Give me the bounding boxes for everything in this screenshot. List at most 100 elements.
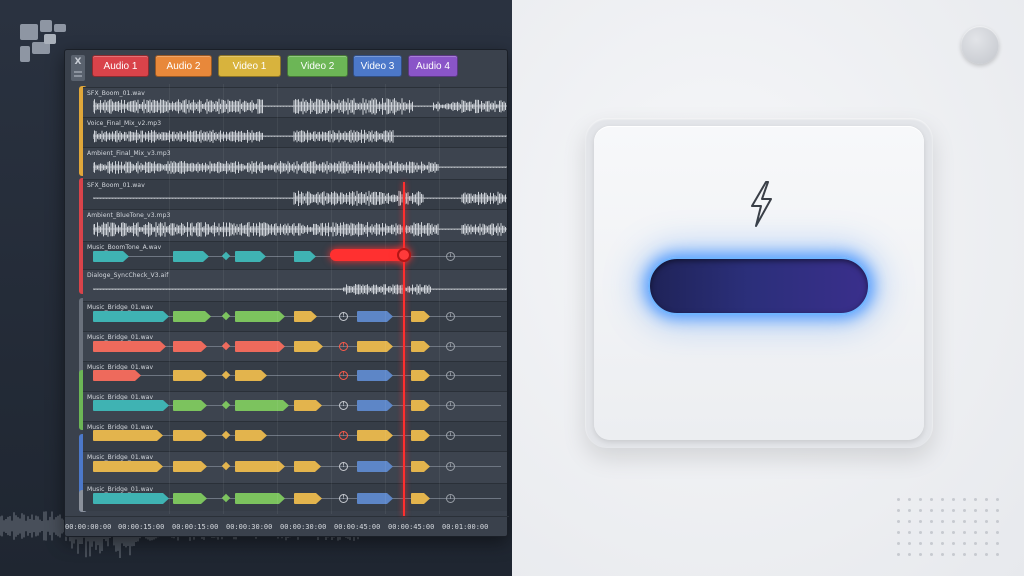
scrub-bar[interactable] [330,249,405,261]
info-marker-icon[interactable]: ! [339,462,348,471]
media-clip[interactable] [93,251,129,262]
dot [985,531,988,534]
track-row[interactable]: SFX_Boom_01.wav [83,87,507,117]
info-marker-icon[interactable]: ! [339,371,348,380]
media-clip[interactable] [173,370,207,381]
dot [908,542,911,545]
dot [941,520,944,523]
media-clip[interactable] [173,493,207,504]
track-name: Ambient_Final_Mix_v3.mp3 [87,150,171,157]
playhead[interactable] [403,182,405,516]
info-marker-icon[interactable]: i [446,252,455,261]
tab-video-2[interactable]: Video 2 [287,55,348,77]
track-row[interactable]: Dialoge_SyncCheck_V3.aif [83,269,507,301]
info-marker-icon[interactable]: i [446,462,455,471]
tab-video-1[interactable]: Video 1 [218,55,281,77]
tab-audio-2[interactable]: Audio 2 [155,55,212,77]
info-marker-icon[interactable]: i [446,431,455,440]
dot [897,542,900,545]
grid-line [169,84,170,514]
track-name: Music_Bridge_01.wav [87,424,154,431]
track-name: Dialoge_SyncCheck_V3.aif [87,272,169,279]
timeline-editor: X Audio 1 Audio 2 Video 1 Video 2 Video … [64,49,509,537]
track-row[interactable]: Voice_Final_Mix_v2.mp3 [83,117,507,147]
info-marker-icon[interactable]: i [446,342,455,351]
playhead-handle[interactable] [397,248,411,262]
media-clip[interactable] [357,370,393,381]
media-clip[interactable] [93,493,169,504]
media-clip[interactable] [235,400,289,411]
close-button[interactable]: X [71,55,85,81]
dot [963,509,966,512]
tab-audio-1[interactable]: Audio 1 [92,55,149,77]
info-marker-icon[interactable]: ! [339,312,348,321]
media-clip[interactable] [294,400,322,411]
media-clip[interactable] [173,341,207,352]
track-name: Music_BoomTone_A.wav [87,244,162,251]
media-clip[interactable] [357,311,393,322]
dot [930,531,933,534]
media-clip[interactable] [357,430,393,441]
track-row[interactable]: Ambient_Final_Mix_v3.mp3 [83,147,507,179]
media-clip[interactable] [235,430,267,441]
media-clip[interactable] [235,251,266,262]
info-marker-icon[interactable]: ! [339,342,348,351]
grid-line [439,84,440,514]
info-marker-icon[interactable]: ! [339,494,348,503]
info-marker-icon[interactable]: i [446,494,455,503]
media-clip[interactable] [357,341,393,352]
grid-line [277,84,278,514]
info-marker-icon[interactable]: ! [339,401,348,410]
track-row[interactable]: Music_Bridge_01.wav [83,361,507,391]
media-clip[interactable] [357,400,393,411]
track-row[interactable]: Ambient_BlueTone_v3.mp3 [83,209,507,241]
grid-line [385,84,386,514]
media-clip[interactable] [93,400,169,411]
timeline-ruler[interactable]: 00:00:00:00 00:00:15:00 00:00:15:00 00:0… [65,516,509,536]
grid-line [331,84,332,514]
media-clip[interactable] [173,251,209,262]
media-clip[interactable] [294,341,323,352]
info-marker-icon[interactable]: i [446,312,455,321]
media-clip[interactable] [93,430,163,441]
dot [897,531,900,534]
dot [930,520,933,523]
dot [930,542,933,545]
media-clip[interactable] [173,400,207,411]
dot [996,553,999,556]
info-marker-icon[interactable]: ! [339,431,348,440]
dot [941,531,944,534]
dot [963,542,966,545]
media-clip[interactable] [93,341,166,352]
glow-toggle-switch[interactable] [648,257,870,315]
editor-pane: X Audio 1 Audio 2 Video 1 Video 2 Video … [0,0,512,576]
track-name: Music_Bridge_01.wav [87,334,154,341]
dot [963,520,966,523]
media-clip[interactable] [173,461,207,472]
media-clip[interactable] [93,370,141,381]
tab-video-3[interactable]: Video 3 [353,55,402,77]
media-clip[interactable] [357,493,393,504]
media-clip[interactable] [93,461,163,472]
info-marker-icon[interactable]: i [446,371,455,380]
dot [974,542,977,545]
media-clip[interactable] [93,311,169,322]
dot [952,509,955,512]
track-row[interactable]: SFX_Boom_01.wav [83,179,507,209]
media-clip[interactable] [294,493,322,504]
media-clip[interactable] [235,370,267,381]
dot [919,553,922,556]
ruler-tick: 00:00:15:00 [172,523,219,531]
dot [897,553,900,556]
media-clip[interactable] [357,461,393,472]
media-clip[interactable] [173,430,207,441]
dot [908,509,911,512]
round-button[interactable] [961,26,999,64]
dot [985,553,988,556]
dot [897,520,900,523]
media-clip[interactable] [173,311,211,322]
info-marker-icon[interactable]: i [446,401,455,410]
close-label: X [74,57,82,67]
tab-audio-4[interactable]: Audio 4 [408,55,458,77]
dot [919,531,922,534]
